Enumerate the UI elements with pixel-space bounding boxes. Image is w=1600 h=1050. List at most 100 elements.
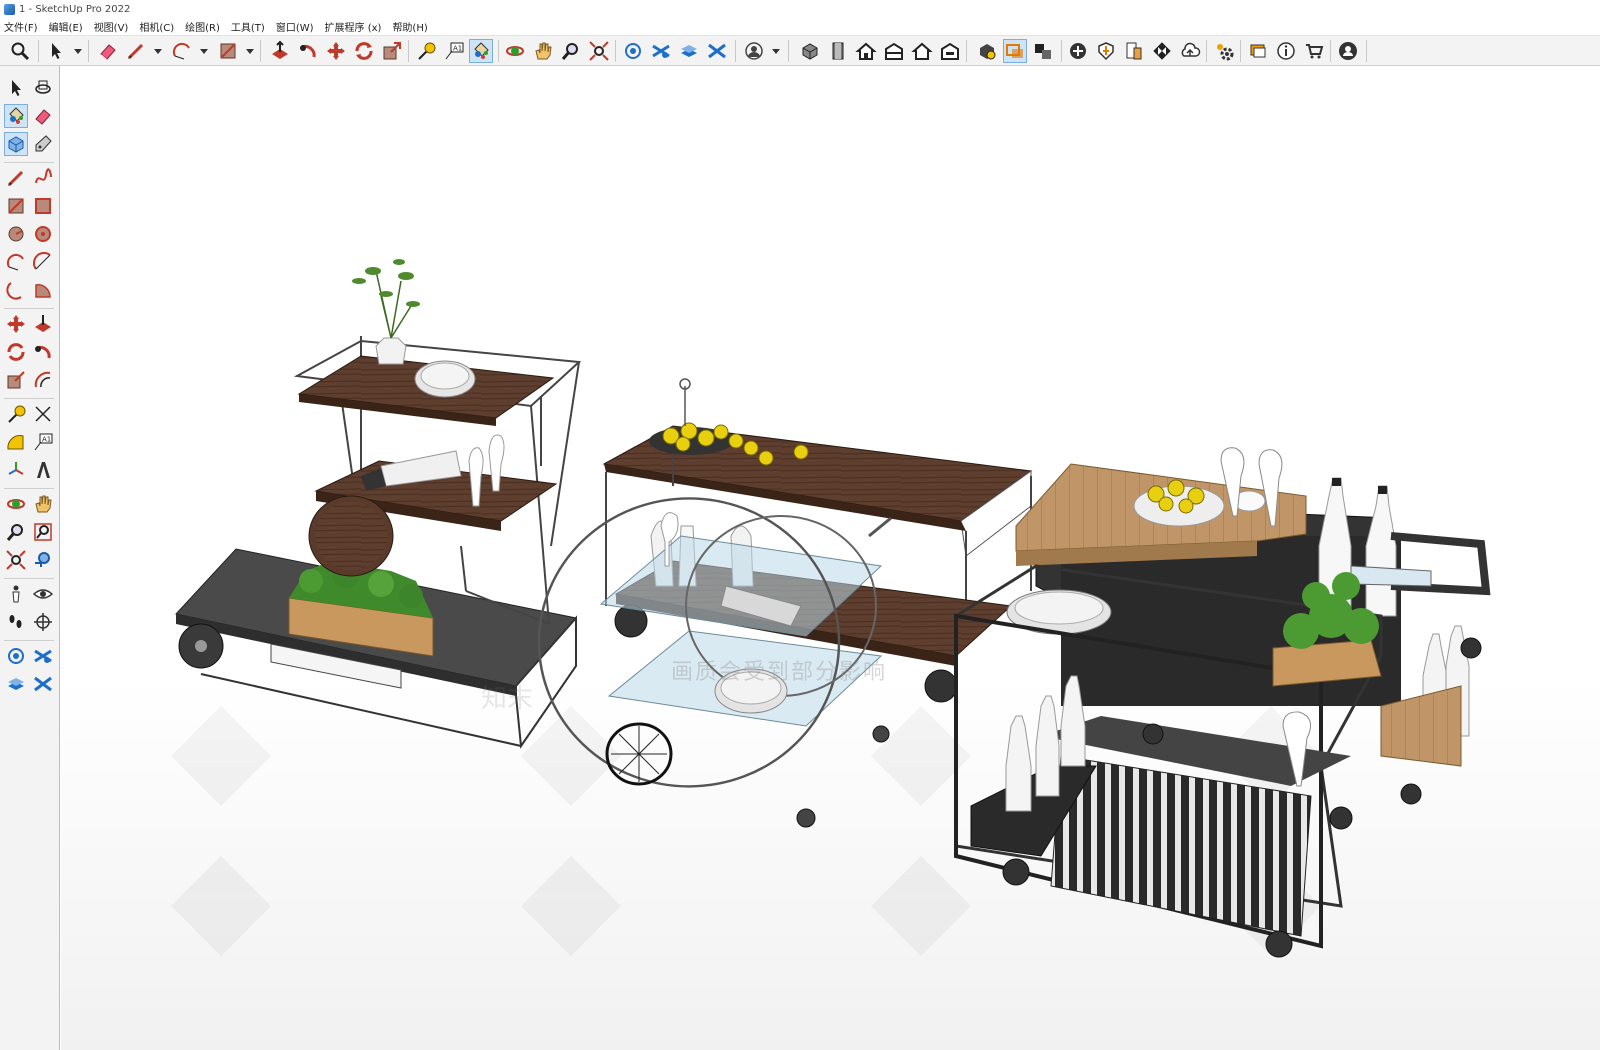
scale-tool-button[interactable] [4,368,28,392]
previous-view-button[interactable] [31,548,55,572]
menu-extensions[interactable]: 扩展程序 (x) [325,19,382,34]
section-plane-button[interactable] [1003,39,1027,63]
freehand-tool-button[interactable] [31,166,55,190]
model-viewport[interactable]: 画质会受到部分影响 知末 [61,66,1600,1050]
paint-bucket-button[interactable] [469,39,493,63]
menu-edit[interactable]: 编辑(E) [49,19,83,34]
sandbox-left-button[interactable] [31,672,55,696]
settings-button[interactable] [1212,39,1236,63]
zoom-extents-button[interactable] [587,39,611,63]
rectangle-tool-button[interactable] [4,194,28,218]
move-button[interactable] [324,39,348,63]
pan-button[interactable] [531,39,555,63]
cloud-button[interactable] [1178,39,1202,63]
protractor-tool-button[interactable] [4,430,28,454]
extension-warehouse-left-button[interactable] [31,644,55,668]
text-button[interactable]: A1 [442,39,466,63]
paint-bucket-tool-button[interactable] [4,104,28,128]
pie-tool-button[interactable] [31,278,55,302]
right-view-button[interactable] [882,39,906,63]
rotate-tool-button[interactable] [4,340,28,364]
push-pull-button[interactable] [268,39,292,63]
menu-camera[interactable]: 相机(C) [139,19,174,34]
left-view-button[interactable] [938,39,962,63]
styles-button[interactable] [1150,39,1174,63]
3d-model-scene[interactable] [61,66,1600,1050]
eraser-tool-button[interactable] [31,104,55,128]
layout-left-button[interactable] [4,672,28,696]
warehouse-left-button[interactable] [4,644,28,668]
pencil-button[interactable] [124,39,148,63]
chat-button[interactable] [1246,39,1270,63]
walk-button[interactable] [4,610,28,634]
orbit-button[interactable] [503,39,527,63]
zoom-tool-button[interactable] [559,39,583,63]
wooden-bar-cart[interactable] [293,259,582,625]
follow-me-tool-button[interactable] [31,340,55,364]
arc-button[interactable] [170,39,194,63]
polygon-tool-button[interactable] [31,222,55,246]
pencil-dropdown-arrow[interactable] [154,49,162,54]
top-view-button[interactable] [826,39,850,63]
menu-file[interactable]: 文件(F) [4,19,38,34]
pan-tool-button[interactable] [31,492,55,516]
line-tool-button[interactable] [4,166,28,190]
user-button[interactable] [742,39,766,63]
info-button[interactable] [1274,39,1298,63]
extension-warehouse-button[interactable] [649,39,673,63]
orbit-tool-button[interactable] [4,492,28,516]
make-component-button[interactable] [31,76,55,100]
circle-tool-button[interactable] [4,222,28,246]
3d-text-tool-button[interactable] [31,458,55,482]
zoom-tool-left-button[interactable] [4,520,28,544]
arc-dropdown-arrow[interactable] [200,49,208,54]
account-button[interactable] [1336,39,1360,63]
add-location-button[interactable] [1066,39,1090,63]
section-cut-button[interactable] [1031,39,1055,63]
component-options-button[interactable] [975,39,999,63]
push-pull-tool-button[interactable] [31,312,55,336]
scale-button[interactable] [380,39,404,63]
follow-me-button[interactable] [296,39,320,63]
eraser-button[interactable] [96,39,120,63]
menu-draw[interactable]: 绘图(R) [185,19,220,34]
rectangle-dropdown-arrow[interactable] [246,49,254,54]
rectangle-button[interactable] [216,39,240,63]
back-view-button[interactable] [910,39,934,63]
offset-tool-button[interactable] [31,368,55,392]
tag-tool-button[interactable] [4,132,28,156]
menu-view[interactable]: 视图(V) [94,19,129,34]
rotated-rectangle-button[interactable] [31,194,55,218]
section-plane-tool-button[interactable] [31,610,55,634]
select-tool-button[interactable] [4,76,28,100]
tape-measure-button[interactable] [414,39,438,63]
sandbox-button[interactable] [705,39,729,63]
cart-button[interactable] [1302,39,1326,63]
zoom-button[interactable] [8,39,32,63]
arc-tool-button[interactable] [4,250,28,274]
two-point-arc-button[interactable] [31,250,55,274]
move-tool-button[interactable] [4,312,28,336]
layout-button[interactable] [677,39,701,63]
menu-tools[interactable]: 工具(T) [231,19,265,34]
iso-view-button[interactable] [798,39,822,63]
look-around-button[interactable] [31,582,55,606]
dimension-tool-button[interactable] [31,402,55,426]
menu-window[interactable]: 窗口(W) [276,19,314,34]
axes-tool-button[interactable] [4,458,28,482]
rotate-button[interactable] [352,39,376,63]
shadow-button[interactable] [1094,39,1118,63]
menu-help[interactable]: 帮助(H) [392,19,427,34]
three-point-arc-button[interactable] [4,278,28,302]
text-tool-button[interactable]: A1 [31,430,55,454]
select-button[interactable] [44,39,68,63]
fog-button[interactable] [1122,39,1146,63]
user-dropdown-arrow[interactable] [772,49,780,54]
tape-measure-tool-button[interactable] [4,402,28,426]
tag-pen-button[interactable] [31,132,55,156]
position-camera-button[interactable] [4,582,28,606]
zoom-window-button[interactable] [31,520,55,544]
zoom-extents-left-button[interactable] [4,548,28,572]
select-dropdown-arrow[interactable] [74,49,82,54]
front-view-button[interactable] [854,39,878,63]
